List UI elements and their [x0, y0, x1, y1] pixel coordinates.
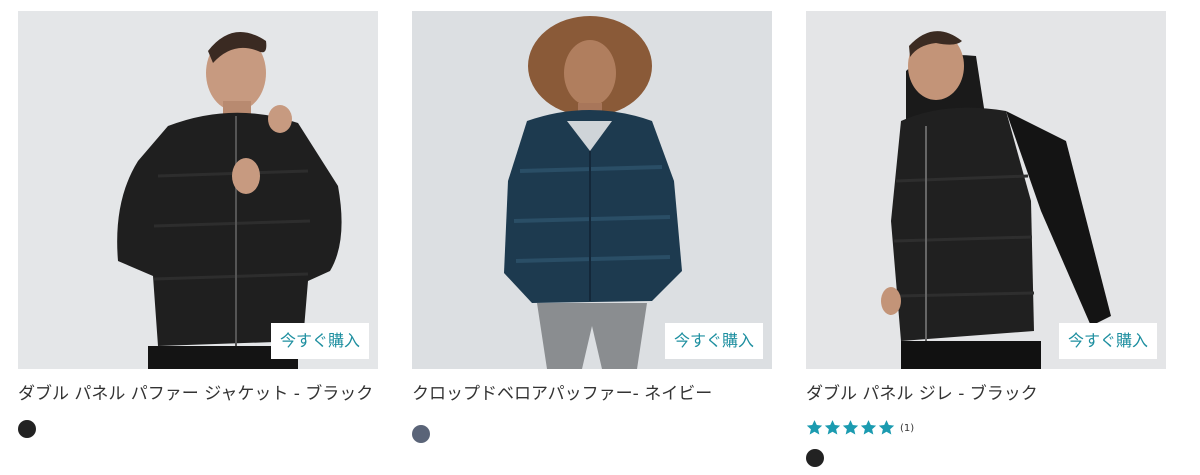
- product-title-link[interactable]: ダブル パネル ジレ - ブラック: [806, 380, 1166, 408]
- product-grid: 今すぐ購入 ダブル パネル パファー ジャケット - ブラック 今すぐ購入 クロ…: [0, 0, 1200, 475]
- buy-now-button[interactable]: 今すぐ購入: [270, 323, 369, 359]
- color-swatch-black[interactable]: [18, 420, 36, 438]
- color-swatches: [18, 420, 378, 438]
- product-image-link[interactable]: 今すぐ購入: [412, 11, 772, 369]
- product-title-link[interactable]: クロップドベロアパッファー- ネイビー: [412, 380, 772, 408]
- product-card: 今すぐ購入 ダブル パネル パファー ジャケット - ブラック: [18, 11, 378, 438]
- product-title-link[interactable]: ダブル パネル パファー ジャケット - ブラック: [18, 380, 378, 408]
- buy-now-button[interactable]: 今すぐ購入: [1058, 323, 1157, 359]
- color-swatches: [412, 425, 772, 443]
- review-count: (1): [900, 422, 915, 434]
- product-image: [18, 11, 378, 369]
- product-image-link[interactable]: 今すぐ購入: [18, 11, 378, 369]
- product-card: 今すぐ購入 クロップドベロアパッファー- ネイビー: [412, 11, 772, 443]
- star-icon: [806, 419, 823, 435]
- color-swatches: [806, 449, 1166, 467]
- product-image: [412, 11, 772, 369]
- product-image-link[interactable]: 今すぐ購入: [806, 11, 1166, 369]
- product-image: [806, 11, 1166, 369]
- star-icon: [842, 419, 859, 435]
- star-icon: [824, 419, 841, 435]
- product-rating[interactable]: (1): [806, 417, 1166, 437]
- star-rating: [806, 419, 895, 436]
- buy-now-button[interactable]: 今すぐ購入: [664, 323, 763, 359]
- color-swatch-navy[interactable]: [412, 425, 430, 443]
- star-icon: [878, 419, 895, 435]
- color-swatch-black[interactable]: [806, 449, 824, 467]
- star-icon: [860, 419, 877, 435]
- product-card: 今すぐ購入 ダブル パネル ジレ - ブラック (1): [806, 11, 1166, 467]
